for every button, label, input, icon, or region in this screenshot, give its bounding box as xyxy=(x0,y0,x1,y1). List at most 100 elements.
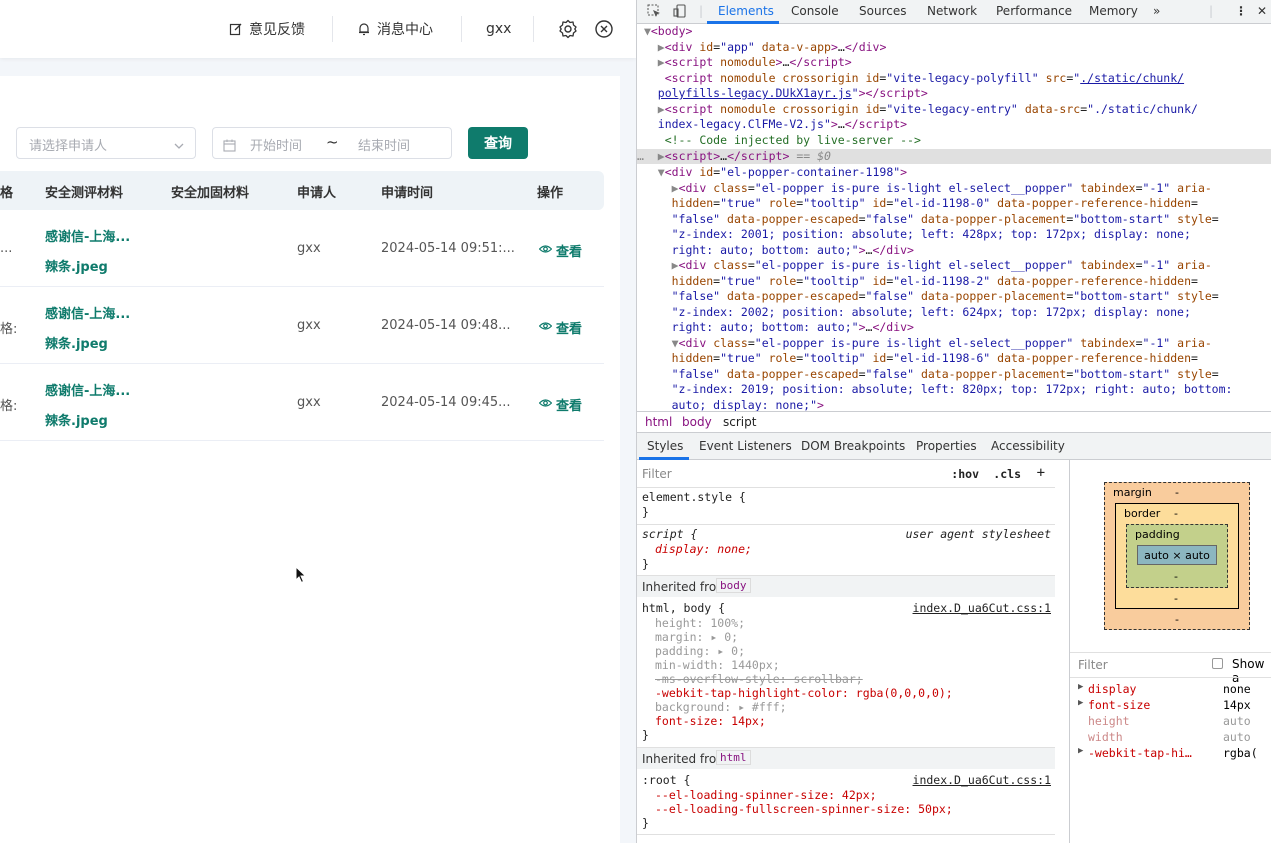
breadcrumb-item[interactable]: script xyxy=(723,415,756,429)
styles-filter-input[interactable]: Filter xyxy=(642,467,672,481)
file-link[interactable]: 感谢信-上海... xyxy=(45,303,130,322)
display-declaration[interactable]: display: none; xyxy=(655,542,752,556)
show-all-checkbox[interactable] xyxy=(1212,658,1223,669)
view-button[interactable]: 查看 xyxy=(538,395,582,414)
close-icon[interactable]: ✕ xyxy=(1257,4,1267,18)
dom-line[interactable]: <!-- Code injected by live-server --> xyxy=(637,133,1271,148)
declaration[interactable]: --el-loading-spinner-size: 42px; xyxy=(655,788,877,802)
start-date-input[interactable]: 开始时间 xyxy=(250,135,302,154)
dom-line-selected[interactable]: … ▶<script>…</script> == $0 xyxy=(637,149,1271,165)
dom-line[interactable]: right: auto; bottom: auto;">…</div> xyxy=(637,320,1271,335)
computed-prop[interactable]: -webkit-tap-hi… xyxy=(1088,746,1192,760)
declaration[interactable]: padding: ▸ 0; xyxy=(655,644,745,658)
tab-elements[interactable]: Elements xyxy=(718,4,774,18)
file-link[interactable]: 感谢信-上海... xyxy=(45,226,130,245)
dom-line[interactable]: ▶<div class="el-popper is-pure is-light … xyxy=(637,258,1271,273)
inherited-chip-html[interactable]: html xyxy=(716,750,751,765)
tab-sources[interactable]: Sources xyxy=(859,4,906,18)
element-style-rule[interactable]: element.style { xyxy=(642,490,746,504)
dom-line[interactable]: "z-index: 2002; position: absolute; left… xyxy=(637,305,1271,320)
settings-button[interactable] xyxy=(558,18,578,40)
declaration[interactable]: min-width: 1440px; xyxy=(655,658,780,672)
tab-dom-breakpoints[interactable]: DOM Breakpoints xyxy=(801,439,905,453)
tab-console[interactable]: Console xyxy=(791,4,839,18)
dom-line[interactable]: "z-index: 2001; position: absolute; left… xyxy=(637,227,1271,242)
tab-event-listeners[interactable]: Event Listeners xyxy=(699,439,792,453)
dom-line[interactable]: ▶<div class="el-popper is-pure is-light … xyxy=(637,181,1271,196)
file-link[interactable]: 辣条.jpeg xyxy=(45,410,108,429)
source-link[interactable]: index.D_ua6Cut.css:1 xyxy=(913,773,1051,787)
breadcrumb: html body script xyxy=(637,411,1271,433)
dom-line[interactable]: "false" data-popper-escaped="false" data… xyxy=(637,212,1271,227)
view-button[interactable]: 查看 xyxy=(538,241,582,260)
file-link[interactable]: 辣条.jpeg xyxy=(45,256,108,275)
dom-line[interactable]: index-legacy.ClFMe-V2.js">…</script> xyxy=(637,117,1271,132)
expand-icon[interactable]: ▶ xyxy=(1078,746,1083,756)
declaration[interactable]: height: 100%; xyxy=(655,616,745,630)
expand-icon[interactable]: ▶ xyxy=(1078,698,1083,708)
source-link[interactable]: index.D_ua6Cut.css:1 xyxy=(913,601,1051,615)
dom-line[interactable]: ▼<div class="el-popper is-pure is-light … xyxy=(637,336,1271,351)
dom-line[interactable]: "false" data-popper-escaped="false" data… xyxy=(637,367,1271,382)
applicant-select[interactable]: 请选择申请人 xyxy=(16,127,196,159)
cell-truncated: 格: xyxy=(0,322,18,337)
box-model-content: auto × auto xyxy=(1137,545,1217,565)
computed-prop[interactable]: width xyxy=(1088,730,1123,744)
message-center-link[interactable]: 消息中心 xyxy=(357,18,433,40)
view-button[interactable]: 查看 xyxy=(538,318,582,337)
tab-network[interactable]: Network xyxy=(927,4,977,18)
chevron-down-icon xyxy=(173,137,185,156)
dom-line[interactable]: "z-index: 2019; position: absolute; left… xyxy=(637,382,1271,397)
logout-button[interactable] xyxy=(594,18,614,40)
file-link[interactable]: 辣条.jpeg xyxy=(45,333,108,352)
tab-memory[interactable]: Memory xyxy=(1089,4,1138,18)
device-toolbar-icon[interactable] xyxy=(673,4,687,21)
tab-performance[interactable]: Performance xyxy=(996,4,1072,18)
declaration[interactable]: --el-loading-fullscreen-spinner-size: 50… xyxy=(655,802,953,816)
date-range-picker[interactable]: 开始时间 ~ 结束时间 xyxy=(212,127,452,159)
declaration[interactable]: -webkit-tap-highlight-color: rgba(0,0,0,… xyxy=(655,686,953,700)
more-tabs-icon[interactable]: » xyxy=(1153,4,1160,18)
computed-filter-input[interactable]: Filter xyxy=(1078,658,1108,672)
hov-toggle[interactable]: :hov xyxy=(951,467,979,481)
tab-accessibility[interactable]: Accessibility xyxy=(991,439,1065,453)
tab-properties[interactable]: Properties xyxy=(916,439,977,453)
dom-tree[interactable]: ▼<body> ▶<div id="app" data-v-app>…</div… xyxy=(637,24,1271,411)
tab-styles[interactable]: Styles xyxy=(647,439,683,453)
add-rule-icon[interactable]: + xyxy=(1037,465,1045,481)
computed-prop[interactable]: display xyxy=(1088,682,1136,696)
dom-line[interactable]: "false" data-popper-escaped="false" data… xyxy=(637,289,1271,304)
file-link[interactable]: 感谢信-上海... xyxy=(45,380,130,399)
end-date-input[interactable]: 结束时间 xyxy=(358,135,410,154)
dom-line[interactable]: polyfills-legacy.DUkX1ayr.js"></script> xyxy=(637,86,1271,101)
cls-toggle[interactable]: .cls xyxy=(993,467,1021,481)
dom-line[interactable]: ▶<script nomodule>…</script> xyxy=(637,55,1271,70)
dom-line[interactable]: hidden="true" role="tooltip" id="el-id-1… xyxy=(637,274,1271,289)
dom-line[interactable]: ▼<body> xyxy=(637,24,1271,39)
inherited-chip-body[interactable]: body xyxy=(716,578,751,593)
devtools-tab-bar: | Elements Console Sources Network Perfo… xyxy=(637,0,1271,24)
user-name[interactable]: gxx xyxy=(486,18,511,40)
dom-line[interactable]: hidden="true" role="tooltip" id="el-id-1… xyxy=(637,351,1271,366)
computed-prop[interactable]: height xyxy=(1088,714,1130,728)
query-button[interactable]: 查询 xyxy=(468,127,528,159)
feedback-link[interactable]: 意见反馈 xyxy=(229,18,305,40)
inspect-icon[interactable] xyxy=(647,4,661,21)
dom-line[interactable]: hidden="true" role="tooltip" id="el-id-1… xyxy=(637,196,1271,211)
dom-line[interactable]: ▼<div id="el-popper-container-1198"> xyxy=(637,165,1271,180)
dom-line[interactable]: right: auto; bottom: auto;">…</div> xyxy=(637,243,1271,258)
expand-icon[interactable]: ▶ xyxy=(1078,682,1083,692)
computed-prop[interactable]: font-size xyxy=(1088,698,1150,712)
declaration[interactable]: margin: ▸ 0; xyxy=(655,630,738,644)
dom-line[interactable]: <script nomodule crossorigin id="vite-le… xyxy=(637,71,1271,86)
declaration[interactable]: -ms-overflow-style: scrollbar; xyxy=(655,672,863,686)
dom-line[interactable]: auto; display: none;"> xyxy=(637,398,1271,411)
kebab-menu-icon[interactable]: ⋮ xyxy=(1235,4,1247,18)
declaration[interactable]: font-size: 14px; xyxy=(655,714,766,728)
time-cell: 2024-05-14 09:48... xyxy=(381,318,511,333)
breadcrumb-item[interactable]: html xyxy=(645,415,672,429)
dom-line[interactable]: ▶<script nomodule crossorigin id="vite-l… xyxy=(637,102,1271,117)
breadcrumb-item[interactable]: body xyxy=(682,415,712,429)
dom-line[interactable]: ▶<div id="app" data-v-app>…</div> xyxy=(637,40,1271,55)
declaration[interactable]: background: ▸ #fff; xyxy=(655,700,787,714)
